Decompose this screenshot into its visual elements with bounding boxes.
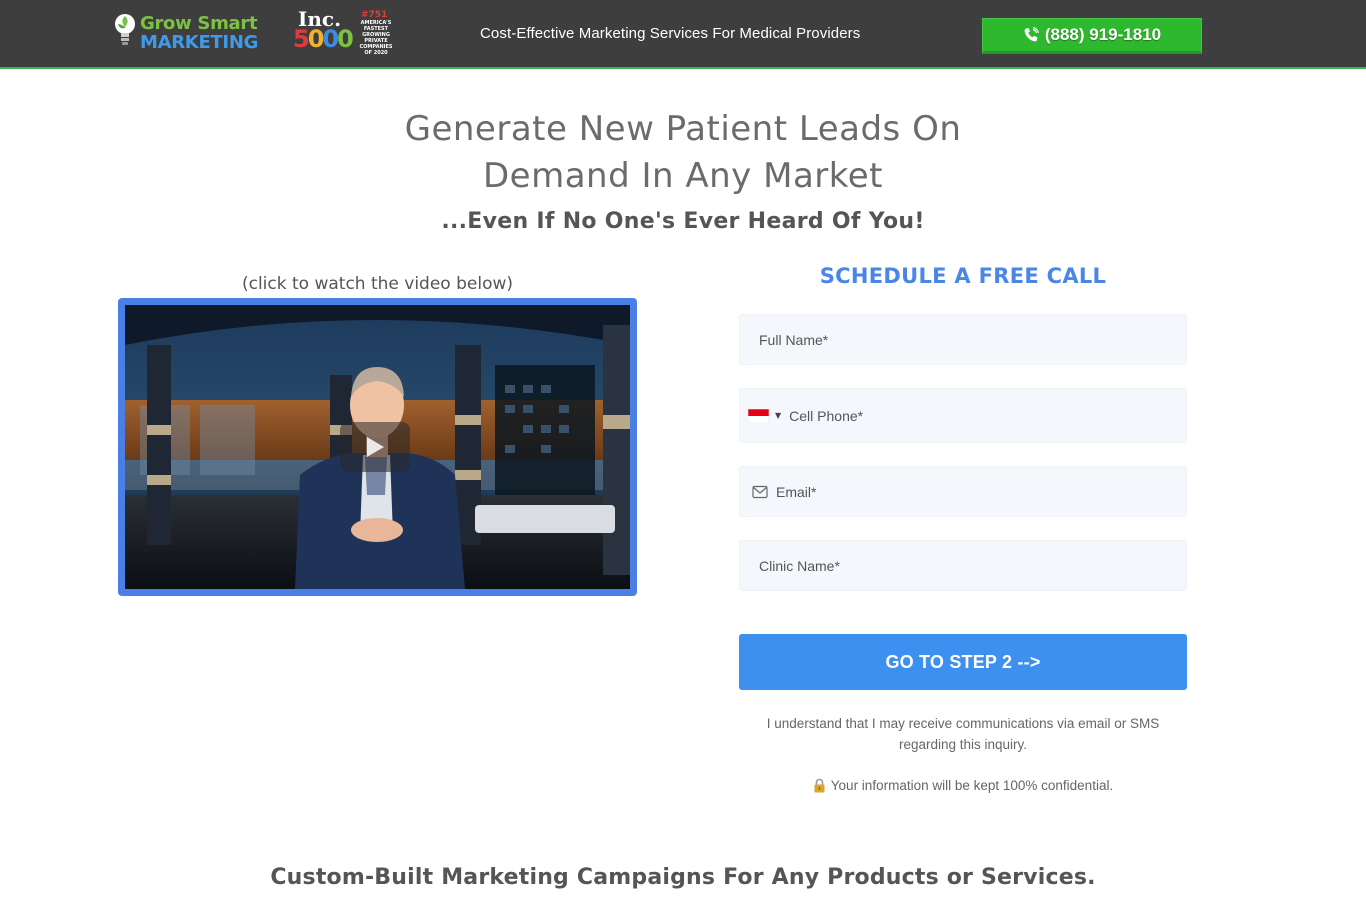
section-heading: Custom-Built Marketing Campaigns For Any… [270, 865, 1096, 890]
header-tagline: Cost-Effective Marketing Services For Me… [480, 25, 861, 42]
inc-5000-number: 5000 [293, 25, 354, 53]
inc-digit: 0 [322, 25, 339, 53]
logo-text-grow-smart: Grow Smart [140, 13, 258, 34]
sub-headline: ...Even If No One's Ever Heard Of You! [441, 209, 925, 234]
email-input[interactable] [776, 467, 1186, 516]
video-player[interactable] [118, 298, 637, 596]
inc-rank: #751 [361, 10, 388, 20]
headline-line-2: Demand In Any Market [483, 156, 883, 196]
main-headline: Generate New Patient Leads On Demand In … [0, 106, 1366, 200]
play-icon [367, 437, 384, 457]
confidential-text: Your information will be kept 100% confi… [830, 778, 1114, 793]
inc-digit: 5 [293, 25, 310, 53]
form-title: SCHEDULE A FREE CALL [819, 264, 1107, 288]
full-name-input[interactable] [759, 315, 1186, 364]
logo-text-marketing: MARKETING [140, 32, 259, 53]
phone-icon [1024, 27, 1039, 42]
inc-digit: 0 [307, 25, 325, 53]
grow-smart-logo[interactable]: Grow Smart MARKETING [114, 11, 264, 53]
clinic-name-input[interactable] [759, 541, 1186, 590]
cell-phone-field[interactable]: ▼ [739, 388, 1187, 443]
country-dropdown-caret-icon[interactable]: ▼ [775, 411, 781, 420]
inc-digit: 0 [337, 25, 354, 53]
headline-line-1: Generate New Patient Leads On [404, 109, 962, 149]
lock-icon [814, 778, 825, 793]
inc-5000-badge: Inc. 5000 #751 AMERICA'S FASTEST GROWING… [293, 7, 395, 56]
confidentiality-note: Your information will be kept 100% confi… [739, 778, 1187, 793]
indonesia-flag-icon[interactable] [748, 408, 769, 423]
call-phone-button[interactable]: (888) 919-1810 [982, 18, 1202, 54]
full-name-field[interactable] [739, 314, 1187, 365]
go-to-step-2-button[interactable]: GO TO STEP 2 --> [739, 634, 1187, 690]
inc-subtitle: AMERICA'S FASTEST GROWING PRIVATE COMPAN… [359, 20, 393, 56]
cell-phone-input[interactable] [789, 389, 1186, 442]
video-play-button[interactable] [340, 422, 410, 472]
envelope-icon [752, 485, 768, 498]
consent-text: I understand that I may receive communic… [766, 716, 1160, 752]
email-field[interactable] [739, 466, 1187, 517]
phone-number-label: (888) 919-1810 [1044, 25, 1162, 44]
video-thumbnail[interactable] [125, 305, 630, 589]
video-caption: (click to watch the video below) [241, 274, 514, 294]
site-header: Grow Smart MARKETING Inc. 5000 #751 AMER… [0, 0, 1366, 69]
lightbulb-icon [115, 14, 135, 45]
clinic-name-field[interactable] [739, 540, 1187, 591]
